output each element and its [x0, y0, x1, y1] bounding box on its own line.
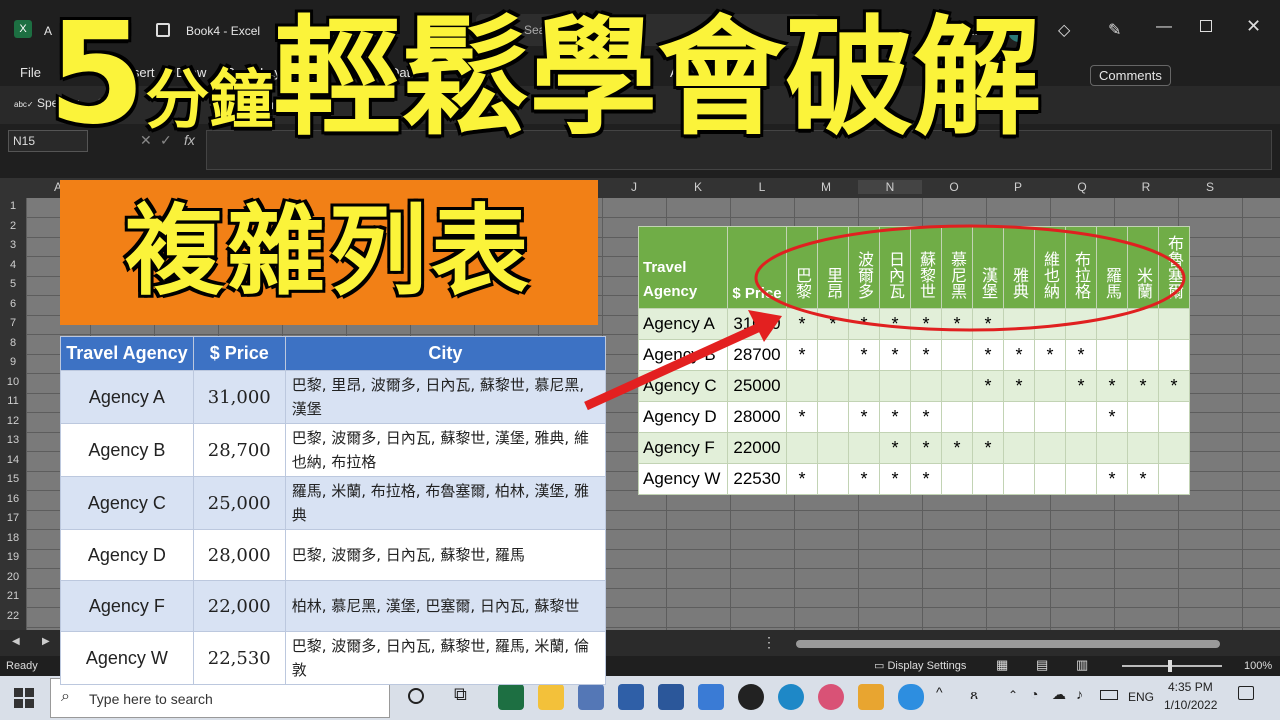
title-text: 輕鬆學會破解 — [273, 4, 1042, 153]
pointer-arrow-line — [584, 321, 764, 411]
title-number: 5 — [48, 0, 146, 156]
title-minutes: 分鐘 — [145, 64, 274, 138]
main-title: 5分鐘輕鬆學會破解 — [48, 0, 1041, 176]
highlight-ellipse — [754, 224, 1186, 332]
